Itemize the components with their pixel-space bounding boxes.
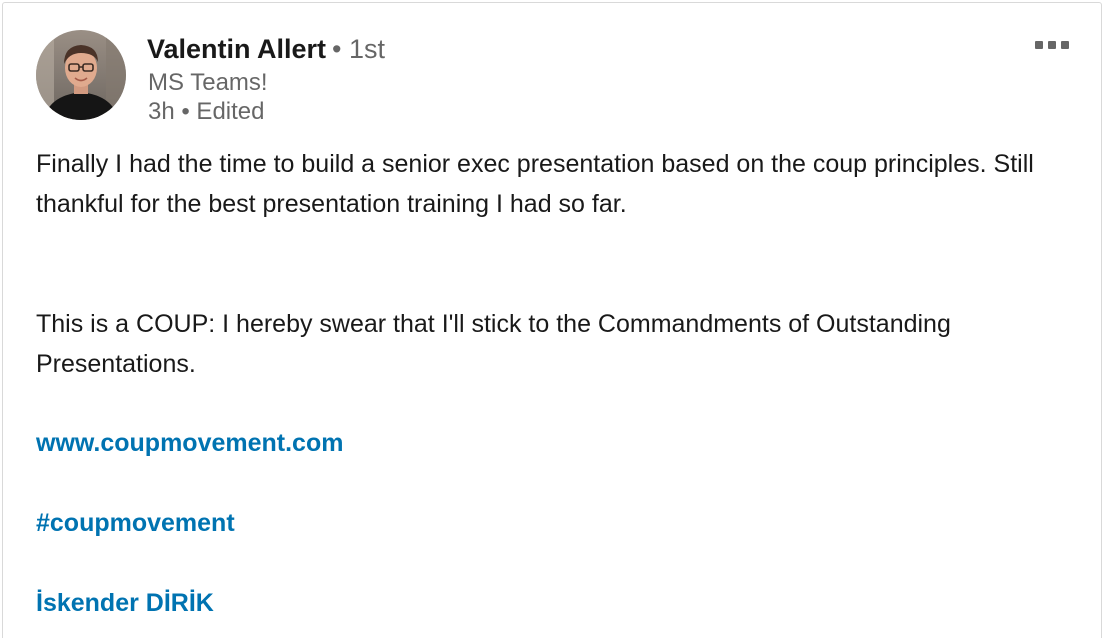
more-horizontal-icon [1035,41,1043,49]
connection-degree: • 1st [332,34,386,64]
more-horizontal-icon-dot [1048,41,1056,49]
avatar-photo [36,30,126,120]
actor-headline: MS Teams! [148,69,268,96]
website-link[interactable]: www.coupmovement.com [36,423,343,463]
hashtag-link[interactable]: #coupmovement [36,503,235,543]
more-horizontal-icon-dot [1061,41,1069,49]
actor-name-row: Valentin Allert • 1st [147,31,385,67]
more-options-button[interactable] [1023,27,1081,63]
post-paragraph: Finally I had the time to build a senior… [36,150,1034,218]
mention-link[interactable]: İskender DİRİK [36,583,214,623]
post-commentary-2: This is a COUP: I hereby swear that I'll… [36,304,1076,384]
post-commentary: Finally I had the time to build a senior… [36,144,1076,224]
actor-avatar[interactable] [36,30,126,120]
feed-post-card: Valentin Allert • 1st MS Teams! 3h • Edit… [2,2,1102,638]
post-timestamp: 3h • Edited [148,98,265,125]
post-paragraph: This is a COUP: I hereby swear that I'll… [36,310,951,378]
actor-name[interactable]: Valentin Allert [147,34,326,64]
